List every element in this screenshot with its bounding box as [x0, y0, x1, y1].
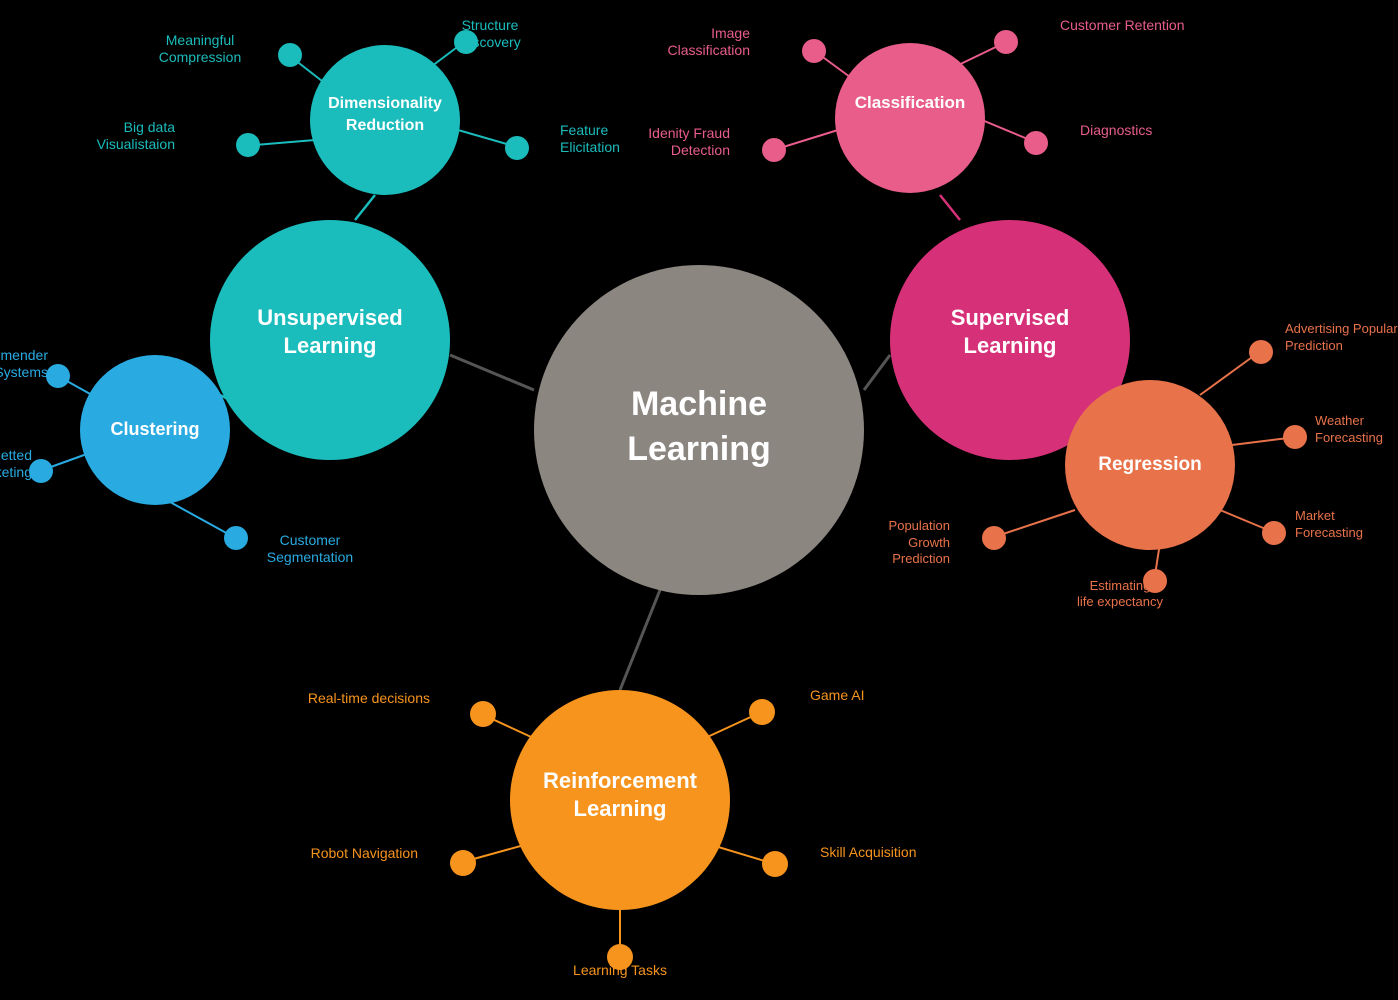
recommender-label: Recommender	[0, 347, 48, 363]
realtime-label: Real-time decisions	[308, 690, 430, 706]
classification-label: Classification	[855, 93, 966, 112]
skill-label: Skill Acquisition	[820, 844, 917, 860]
big-data-label: Big data	[124, 119, 176, 135]
image-classification-label: Image	[711, 25, 750, 41]
customer-segmentation-label2: Segmentation	[267, 549, 353, 565]
estimating-label2: life expectancy	[1077, 594, 1163, 609]
weather-label: Weather	[1315, 413, 1365, 428]
identity-fraud-label2: Detection	[671, 142, 730, 158]
big-data-label2: Visualistaion	[97, 136, 175, 152]
dimensionality-label2: Reduction	[346, 117, 424, 134]
population-label2: Growth	[908, 535, 950, 550]
meaningful-compression-label: Meaningful	[166, 32, 235, 48]
targetted-marketing-label: Targetted	[0, 447, 32, 463]
supervised-label: Supervised	[951, 305, 1070, 330]
diagram-canvas: Machine Learning Unsupervised Learning C…	[0, 0, 1398, 1000]
regression-label: Regression	[1098, 454, 1201, 475]
supervised-label2: Learning	[964, 333, 1057, 358]
unsupervised-label: Unsupervised	[257, 305, 403, 330]
market-label: Market	[1295, 508, 1335, 523]
game-ai-label: Game AI	[810, 687, 864, 703]
learning-tasks-label: Learning Tasks	[573, 962, 667, 978]
unsupervised-label2: Learning	[284, 333, 377, 358]
targetted-marketing-label2: Marketing	[0, 464, 32, 480]
classification-node	[835, 43, 985, 193]
customer-retention-label: Customer Retention	[1060, 17, 1185, 33]
image-classification-label2: Classification	[668, 42, 750, 58]
advertising-label: Advertising Popularity	[1285, 321, 1398, 336]
recommender-label2: Systems	[0, 364, 48, 380]
estimating-label: Estimating	[1090, 578, 1151, 593]
center-label: Machine	[631, 385, 767, 423]
customer-segmentation-label: Customer	[280, 532, 341, 548]
weather-label2: Forecasting	[1315, 430, 1383, 445]
reinforcement-label: Reinforcement	[543, 768, 698, 793]
meaningful-compression-label2: Compression	[159, 49, 241, 65]
identity-fraud-label: Idenity Fraud	[648, 125, 730, 141]
structure-discovery-label2: Discovery	[459, 34, 520, 50]
feature-elicitation-label: Feature	[560, 122, 608, 138]
structure-discovery-label: Structure	[462, 17, 519, 33]
clustering-label: Clustering	[110, 419, 199, 439]
market-label2: Forecasting	[1295, 525, 1363, 540]
diagnostics-label: Diagnostics	[1080, 122, 1152, 138]
reinforcement-label2: Learning	[574, 796, 667, 821]
advertising-label2: Prediction	[1285, 338, 1343, 353]
population-label3: Prediction	[892, 551, 950, 566]
center-label2: Learning	[627, 430, 771, 468]
feature-elicitation-label2: Elicitation	[560, 139, 620, 155]
robot-label: Robot Navigation	[311, 845, 418, 861]
population-label: Population	[889, 518, 950, 533]
dimensionality-label: Dimensionality	[328, 95, 442, 112]
